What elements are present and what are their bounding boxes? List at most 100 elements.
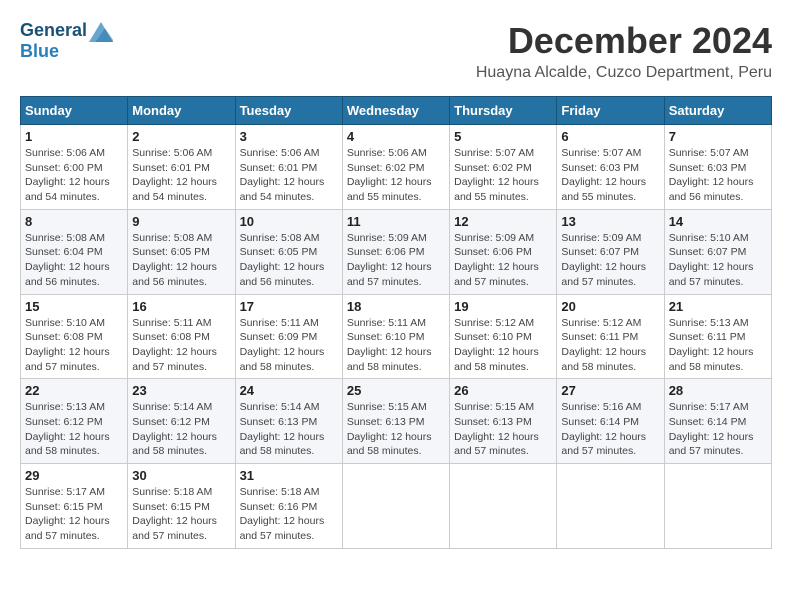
calendar-cell: 6 Sunrise: 5:07 AMSunset: 6:03 PMDaylight… bbox=[557, 125, 664, 210]
calendar-week-row: 1 Sunrise: 5:06 AMSunset: 6:00 PMDaylight… bbox=[21, 125, 772, 210]
day-number: 21 bbox=[669, 299, 767, 314]
day-number: 7 bbox=[669, 129, 767, 144]
logo-icon bbox=[89, 22, 113, 42]
day-header-saturday: Saturday bbox=[664, 97, 771, 125]
day-number: 5 bbox=[454, 129, 552, 144]
calendar-cell: 23 Sunrise: 5:14 AMSunset: 6:12 PMDayligh… bbox=[128, 379, 235, 464]
day-number: 28 bbox=[669, 383, 767, 398]
day-info: Sunrise: 5:17 AMSunset: 6:14 PMDaylight:… bbox=[669, 400, 767, 459]
day-info: Sunrise: 5:06 AMSunset: 6:01 PMDaylight:… bbox=[132, 146, 230, 205]
day-info: Sunrise: 5:07 AMSunset: 6:02 PMDaylight:… bbox=[454, 146, 552, 205]
calendar-cell: 1 Sunrise: 5:06 AMSunset: 6:00 PMDaylight… bbox=[21, 125, 128, 210]
calendar-week-row: 22 Sunrise: 5:13 AMSunset: 6:12 PMDayligh… bbox=[21, 379, 772, 464]
day-info: Sunrise: 5:12 AMSunset: 6:10 PMDaylight:… bbox=[454, 316, 552, 375]
day-info: Sunrise: 5:07 AMSunset: 6:03 PMDaylight:… bbox=[669, 146, 767, 205]
day-info: Sunrise: 5:09 AMSunset: 6:06 PMDaylight:… bbox=[454, 231, 552, 290]
day-info: Sunrise: 5:13 AMSunset: 6:12 PMDaylight:… bbox=[25, 400, 123, 459]
day-number: 25 bbox=[347, 383, 445, 398]
calendar-cell: 11Sunrise: 5:09 AMSunset: 6:06 PMDayligh… bbox=[342, 209, 449, 294]
day-number: 31 bbox=[240, 468, 338, 483]
calendar-cell: 26 Sunrise: 5:15 AMSunset: 6:13 PMDayligh… bbox=[450, 379, 557, 464]
day-info: Sunrise: 5:06 AMSunset: 6:01 PMDaylight:… bbox=[240, 146, 338, 205]
title-section: December 2024 Huayna Alcalde, Cuzco Depa… bbox=[476, 20, 772, 82]
day-number: 6 bbox=[561, 129, 659, 144]
day-number: 26 bbox=[454, 383, 552, 398]
calendar-cell: 4 Sunrise: 5:06 AMSunset: 6:02 PMDaylight… bbox=[342, 125, 449, 210]
day-info: Sunrise: 5:15 AMSunset: 6:13 PMDaylight:… bbox=[347, 400, 445, 459]
day-number: 30 bbox=[132, 468, 230, 483]
day-number: 4 bbox=[347, 129, 445, 144]
calendar-week-row: 29 Sunrise: 5:17 AMSunset: 6:15 PMDayligh… bbox=[21, 464, 772, 549]
day-info: Sunrise: 5:06 AMSunset: 6:02 PMDaylight:… bbox=[347, 146, 445, 205]
calendar-cell: 3 Sunrise: 5:06 AMSunset: 6:01 PMDaylight… bbox=[235, 125, 342, 210]
day-number: 29 bbox=[25, 468, 123, 483]
day-number: 18 bbox=[347, 299, 445, 314]
day-info: Sunrise: 5:09 AMSunset: 6:07 PMDaylight:… bbox=[561, 231, 659, 290]
day-info: Sunrise: 5:12 AMSunset: 6:11 PMDaylight:… bbox=[561, 316, 659, 375]
day-number: 24 bbox=[240, 383, 338, 398]
day-info: Sunrise: 5:08 AMSunset: 6:04 PMDaylight:… bbox=[25, 231, 123, 290]
day-number: 10 bbox=[240, 214, 338, 229]
calendar-cell: 7 Sunrise: 5:07 AMSunset: 6:03 PMDaylight… bbox=[664, 125, 771, 210]
calendar-cell: 18Sunrise: 5:11 AMSunset: 6:10 PMDayligh… bbox=[342, 294, 449, 379]
calendar-cell bbox=[450, 464, 557, 549]
day-info: Sunrise: 5:08 AMSunset: 6:05 PMDaylight:… bbox=[240, 231, 338, 290]
calendar-cell bbox=[557, 464, 664, 549]
calendar-cell: 10 Sunrise: 5:08 AMSunset: 6:05 PMDayligh… bbox=[235, 209, 342, 294]
calendar-cell: 2Sunrise: 5:06 AMSunset: 6:01 PMDaylight… bbox=[128, 125, 235, 210]
day-number: 9 bbox=[132, 214, 230, 229]
header: General Blue December 2024 Huayna Alcald… bbox=[20, 20, 772, 88]
calendar-cell: 31Sunrise: 5:18 AMSunset: 6:16 PMDayligh… bbox=[235, 464, 342, 549]
day-header-tuesday: Tuesday bbox=[235, 97, 342, 125]
day-number: 22 bbox=[25, 383, 123, 398]
day-header-sunday: Sunday bbox=[21, 97, 128, 125]
day-info: Sunrise: 5:11 AMSunset: 6:08 PMDaylight:… bbox=[132, 316, 230, 375]
day-number: 12 bbox=[454, 214, 552, 229]
calendar-cell: 9Sunrise: 5:08 AMSunset: 6:05 PMDaylight… bbox=[128, 209, 235, 294]
day-info: Sunrise: 5:15 AMSunset: 6:13 PMDaylight:… bbox=[454, 400, 552, 459]
calendar-subtitle: Huayna Alcalde, Cuzco Department, Peru bbox=[476, 64, 772, 82]
calendar-cell: 14 Sunrise: 5:10 AMSunset: 6:07 PMDayligh… bbox=[664, 209, 771, 294]
day-number: 16 bbox=[132, 299, 230, 314]
day-info: Sunrise: 5:14 AMSunset: 6:13 PMDaylight:… bbox=[240, 400, 338, 459]
day-header-monday: Monday bbox=[128, 97, 235, 125]
day-header-friday: Friday bbox=[557, 97, 664, 125]
calendar-cell: 8 Sunrise: 5:08 AMSunset: 6:04 PMDaylight… bbox=[21, 209, 128, 294]
day-number: 14 bbox=[669, 214, 767, 229]
calendar-week-row: 15Sunrise: 5:10 AMSunset: 6:08 PMDayligh… bbox=[21, 294, 772, 379]
logo-blue: Blue bbox=[20, 42, 113, 62]
logo: General Blue bbox=[20, 20, 113, 62]
day-number: 8 bbox=[25, 214, 123, 229]
day-number: 3 bbox=[240, 129, 338, 144]
calendar-title: December 2024 bbox=[476, 20, 772, 62]
calendar-cell: 25 Sunrise: 5:15 AMSunset: 6:13 PMDayligh… bbox=[342, 379, 449, 464]
day-header-wednesday: Wednesday bbox=[342, 97, 449, 125]
calendar-cell: 19 Sunrise: 5:12 AMSunset: 6:10 PMDayligh… bbox=[450, 294, 557, 379]
calendar-cell: 29 Sunrise: 5:17 AMSunset: 6:15 PMDayligh… bbox=[21, 464, 128, 549]
calendar-week-row: 8 Sunrise: 5:08 AMSunset: 6:04 PMDaylight… bbox=[21, 209, 772, 294]
day-number: 19 bbox=[454, 299, 552, 314]
day-number: 17 bbox=[240, 299, 338, 314]
day-number: 13 bbox=[561, 214, 659, 229]
calendar-header-row: SundayMondayTuesdayWednesdayThursdayFrid… bbox=[21, 97, 772, 125]
calendar-cell bbox=[342, 464, 449, 549]
calendar-cell: 28 Sunrise: 5:17 AMSunset: 6:14 PMDayligh… bbox=[664, 379, 771, 464]
day-info: Sunrise: 5:10 AMSunset: 6:07 PMDaylight:… bbox=[669, 231, 767, 290]
calendar-cell: 12 Sunrise: 5:09 AMSunset: 6:06 PMDayligh… bbox=[450, 209, 557, 294]
calendar-cell: 22 Sunrise: 5:13 AMSunset: 6:12 PMDayligh… bbox=[21, 379, 128, 464]
day-info: Sunrise: 5:07 AMSunset: 6:03 PMDaylight:… bbox=[561, 146, 659, 205]
day-number: 11 bbox=[347, 214, 445, 229]
day-info: Sunrise: 5:14 AMSunset: 6:12 PMDaylight:… bbox=[132, 400, 230, 459]
day-info: Sunrise: 5:06 AMSunset: 6:00 PMDaylight:… bbox=[25, 146, 123, 205]
day-number: 1 bbox=[25, 129, 123, 144]
calendar-cell: 17Sunrise: 5:11 AMSunset: 6:09 PMDayligh… bbox=[235, 294, 342, 379]
day-info: Sunrise: 5:10 AMSunset: 6:08 PMDaylight:… bbox=[25, 316, 123, 375]
day-number: 23 bbox=[132, 383, 230, 398]
calendar-cell: 30Sunrise: 5:18 AMSunset: 6:15 PMDayligh… bbox=[128, 464, 235, 549]
calendar-cell: 13 Sunrise: 5:09 AMSunset: 6:07 PMDayligh… bbox=[557, 209, 664, 294]
calendar-cell: 21Sunrise: 5:13 AMSunset: 6:11 PMDayligh… bbox=[664, 294, 771, 379]
day-info: Sunrise: 5:17 AMSunset: 6:15 PMDaylight:… bbox=[25, 485, 123, 544]
calendar-cell: 15Sunrise: 5:10 AMSunset: 6:08 PMDayligh… bbox=[21, 294, 128, 379]
calendar-cell: 16 Sunrise: 5:11 AMSunset: 6:08 PMDayligh… bbox=[128, 294, 235, 379]
day-number: 20 bbox=[561, 299, 659, 314]
